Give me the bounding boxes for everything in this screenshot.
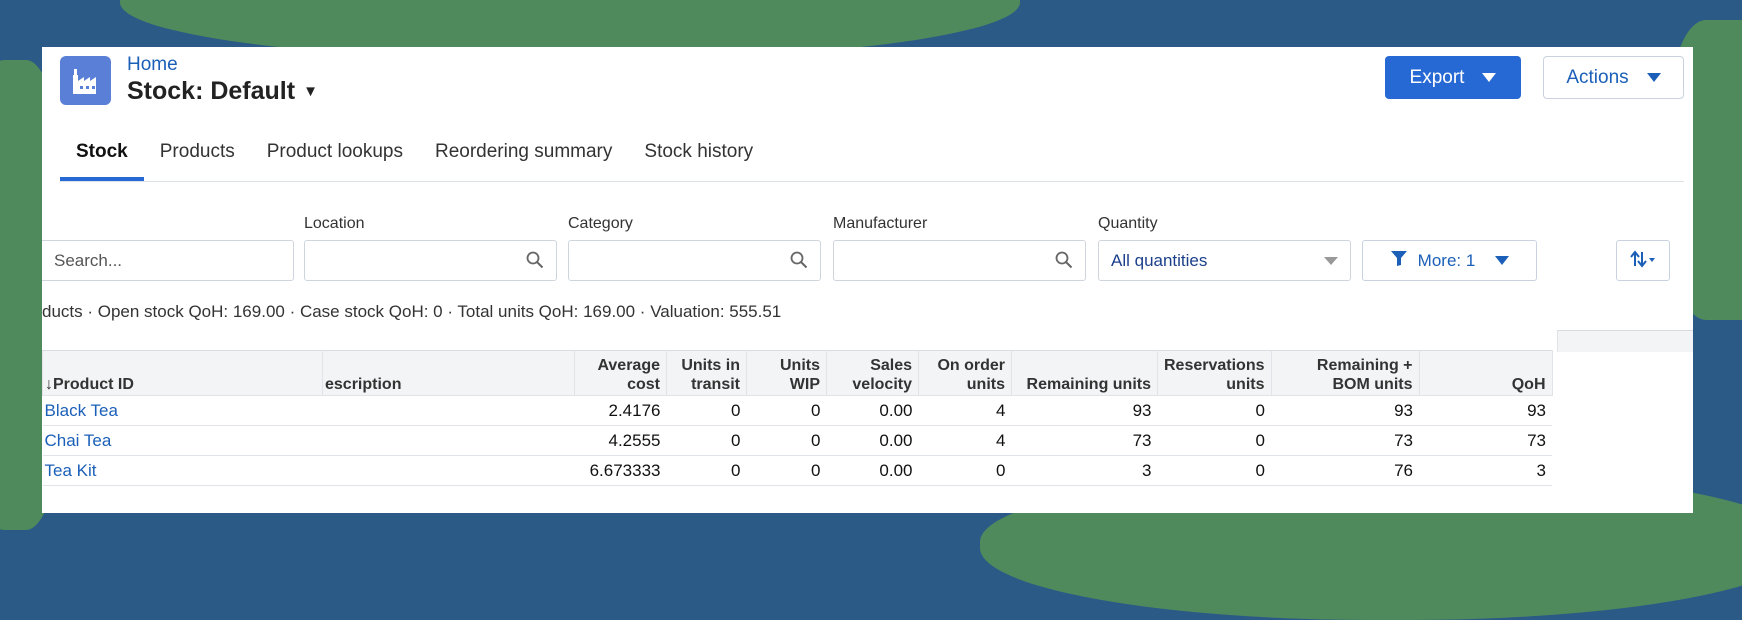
location-input[interactable] (304, 240, 557, 281)
cell-reservations-units: 0 (1157, 425, 1271, 456)
location-label: Location (304, 215, 365, 232)
breadcrumb-home[interactable]: Home (127, 54, 178, 76)
cell-units-in-transit: 0 (666, 455, 747, 486)
column-header-on-order-units[interactable]: On order units (918, 350, 1012, 396)
cell-average-cost: 2.4176 (574, 395, 667, 426)
tabs-divider (60, 181, 1684, 182)
cell-qoh: 73 (1419, 425, 1552, 456)
chevron-down-icon (1482, 73, 1497, 82)
stock-panel: Home Stock: Default ▼ Export Actions Sto… (42, 47, 1693, 513)
cell-description (322, 395, 575, 426)
quantity-label: Quantity (1098, 215, 1158, 232)
cell-reservations-units: 0 (1157, 395, 1271, 426)
cell-remaining-units: 93 (1011, 395, 1158, 426)
funnel-icon (1390, 250, 1408, 272)
cell-units-wip: 0 (746, 395, 827, 426)
tab-stock-history[interactable]: Stock history (628, 141, 769, 181)
search-icon (790, 251, 808, 274)
cell-average-cost: 6.673333 (574, 455, 667, 486)
qoh-header-extension (1557, 330, 1693, 352)
cell-sales-velocity: 0.00 (826, 425, 919, 456)
cell-remaining-units: 73 (1011, 425, 1158, 456)
column-header-remaining-units[interactable]: Remaining units (1011, 350, 1158, 396)
more-filters-button[interactable]: More: 1 (1362, 240, 1537, 281)
column-header-product-id[interactable]: ↓Product ID (42, 350, 323, 396)
column-header-average-cost[interactable]: Average cost (574, 350, 667, 396)
quantity-select-value: All quantities (1111, 250, 1208, 270)
column-header-description[interactable]: escription (322, 350, 575, 396)
cell-units-in-transit: 0 (666, 395, 747, 426)
cell-qoh: 93 (1419, 395, 1552, 426)
cell-on-order-units: 4 (918, 395, 1012, 426)
column-header-sales-velocity[interactable]: Sales velocity (826, 350, 919, 396)
cell-reservations-units: 0 (1157, 455, 1271, 486)
table-row: Chai Tea 4.2555 0 0 0.00 4 73 0 73 73 (42, 425, 1552, 456)
cell-description (322, 455, 575, 486)
column-header-reservations-units[interactable]: Reservations units (1157, 350, 1272, 396)
tab-product-lookups[interactable]: Product lookups (251, 141, 419, 181)
column-header-units-in-transit[interactable]: Units in transit (666, 350, 747, 396)
cell-sales-velocity: 0.00 (826, 395, 919, 426)
cell-on-order-units: 4 (918, 425, 1012, 456)
sort-button[interactable] (1616, 240, 1670, 281)
more-filters-label: More: 1 (1417, 250, 1476, 270)
chevron-down-icon (1646, 73, 1661, 82)
tab-bar: Stock Products Product lookups Reorderin… (60, 141, 769, 181)
tab-products[interactable]: Products (144, 141, 251, 181)
column-header-units-wip[interactable]: Units WIP (746, 350, 827, 396)
cell-on-order-units: 0 (918, 455, 1012, 486)
sort-arrows-icon (1630, 249, 1656, 272)
cell-units-in-transit: 0 (666, 425, 747, 456)
column-header-remaining-bom-units[interactable]: Remaining + BOM units (1270, 350, 1420, 396)
search-icon (1055, 251, 1073, 274)
tab-reordering-summary[interactable]: Reordering summary (419, 141, 628, 181)
chevron-down-icon (1495, 256, 1510, 265)
manufacturer-input[interactable] (833, 240, 1086, 281)
product-link[interactable]: Black Tea (42, 395, 323, 426)
page-title[interactable]: Stock: Default ▼ (127, 77, 318, 106)
caret-down-icon[interactable]: ▼ (303, 83, 318, 100)
cell-average-cost: 4.2555 (574, 425, 667, 456)
cell-remaining-bom-units: 76 (1271, 455, 1419, 486)
cell-remaining-units: 3 (1011, 455, 1158, 486)
search-icon (526, 251, 544, 274)
category-input[interactable] (568, 240, 821, 281)
cell-description (322, 425, 575, 456)
tab-stock[interactable]: Stock (60, 141, 144, 181)
export-button[interactable]: Export (1385, 56, 1521, 99)
category-label: Category (568, 215, 633, 232)
table-header-row: ↓Product ID escription Average cost Unit… (42, 350, 1553, 396)
table-row: Black Tea 2.4176 0 0 0.00 4 93 0 93 93 (42, 395, 1552, 426)
actions-button-label: Actions (1566, 66, 1629, 88)
table-row: Tea Kit 6.673333 0 0 0.00 0 3 0 76 3 (42, 455, 1552, 486)
product-link[interactable]: Chai Tea (42, 425, 323, 456)
factory-icon (60, 56, 111, 105)
page-title-text: Stock: Default (127, 77, 296, 105)
cell-remaining-bom-units: 73 (1271, 425, 1419, 456)
chevron-down-icon (1324, 256, 1338, 265)
sort-down-arrow-icon: ↓ (45, 376, 53, 393)
cell-units-wip: 0 (746, 455, 827, 486)
product-link[interactable]: Tea Kit (42, 455, 323, 486)
cell-qoh: 3 (1419, 455, 1552, 486)
export-button-label: Export (1409, 66, 1465, 88)
stock-table: ↓Product ID escription Average cost Unit… (42, 350, 1553, 486)
search-input[interactable]: Search... (42, 240, 294, 281)
stock-summary: ducts · Open stock QoH: 169.00 · Case st… (42, 302, 782, 321)
quantity-select[interactable]: All quantities (1098, 240, 1351, 281)
cell-remaining-bom-units: 93 (1271, 395, 1419, 426)
column-header-qoh[interactable]: QoH (1418, 350, 1553, 396)
cell-units-wip: 0 (746, 425, 827, 456)
cell-sales-velocity: 0.00 (826, 455, 919, 486)
manufacturer-label: Manufacturer (833, 215, 928, 232)
actions-button[interactable]: Actions (1543, 56, 1684, 99)
